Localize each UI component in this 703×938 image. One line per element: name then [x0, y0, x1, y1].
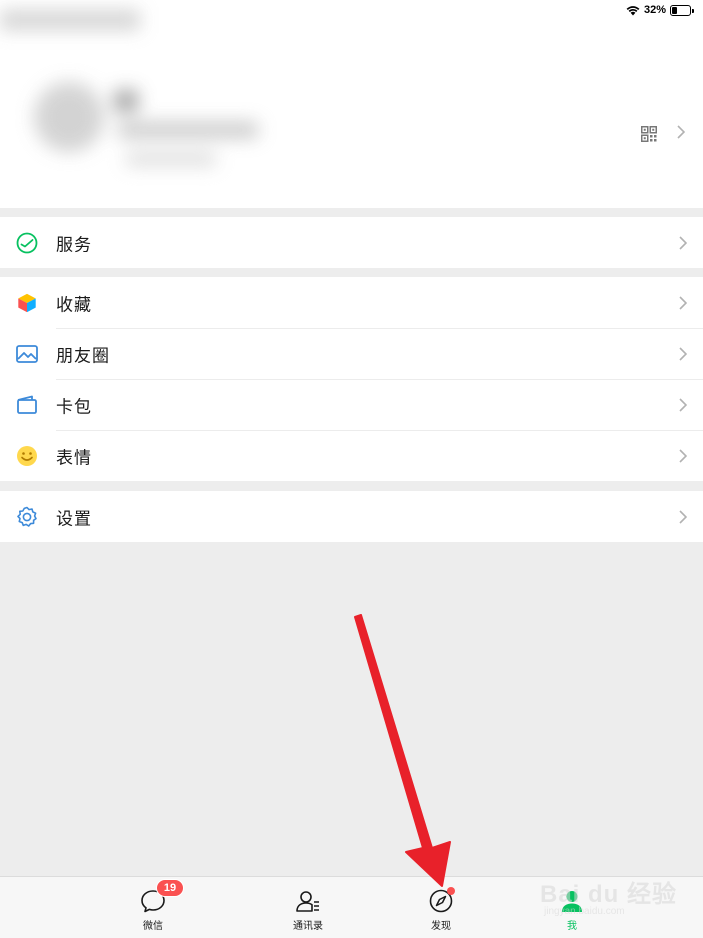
profile-status [126, 152, 216, 166]
status-indicators: 32% [626, 2, 694, 18]
red-arrow-icon [354, 614, 451, 887]
chevron-right-icon [679, 235, 687, 250]
menu-item-label: 设置 [56, 509, 92, 529]
menu-group-main: 收藏 朋友圈 卡包 表情 [0, 277, 703, 481]
gear-icon [15, 505, 39, 529]
moments-image-icon [15, 342, 39, 366]
menu-item-cards[interactable]: 卡包 [0, 379, 703, 430]
menu-item-label: 收藏 [56, 295, 92, 315]
chevron-right-icon [679, 397, 687, 412]
menu-item-stickers[interactable]: 表情 [0, 430, 703, 481]
profile-blurred-info [0, 10, 338, 188]
battery-icon [670, 4, 694, 16]
chevron-right-icon [679, 295, 687, 310]
new-content-dot [447, 887, 455, 895]
chevron-right-icon [677, 125, 685, 139]
menu-item-label: 服务 [56, 235, 92, 255]
tab-label: 发现 [431, 921, 451, 932]
chevron-right-icon [679, 346, 687, 361]
menu-group-service: 服务 [0, 217, 703, 268]
qr-code-icon[interactable] [641, 126, 657, 142]
battery-percent: 32% [643, 4, 666, 16]
favorites-cube-icon [15, 291, 39, 315]
tab-chats[interactable]: 19 微信 [113, 877, 193, 938]
avatar [34, 82, 104, 152]
compass-icon [427, 887, 455, 915]
profile-wechat-id [118, 122, 258, 138]
watermark-url: jingyan.baidu.com [544, 906, 625, 917]
menu-item-favorites[interactable]: 收藏 [0, 277, 703, 328]
wifi-icon [626, 5, 640, 15]
chat-bubble-icon: 19 [139, 879, 184, 915]
tab-label: 通讯录 [293, 921, 323, 932]
menu-item-moments[interactable]: 朋友圈 [0, 328, 703, 379]
tab-discover[interactable]: 发现 [401, 877, 481, 938]
contacts-icon [294, 887, 322, 915]
chevron-right-icon [679, 448, 687, 463]
chevron-right-icon [679, 509, 687, 524]
wallet-card-icon [15, 393, 39, 417]
menu-item-label: 表情 [56, 448, 92, 468]
menu-item-label: 朋友圈 [56, 346, 110, 366]
smiley-face-icon [15, 444, 39, 468]
tab-label: 微信 [143, 921, 163, 932]
profile-header[interactable] [0, 10, 703, 208]
menu-item-settings[interactable]: 设置 [0, 491, 703, 542]
unread-badge: 19 [156, 879, 184, 897]
service-icon [15, 231, 39, 255]
menu-item-service[interactable]: 服务 [0, 217, 703, 268]
menu-item-label: 卡包 [56, 397, 92, 417]
watermark-brand: Bai du 经验 [540, 881, 678, 908]
baidu-jingyan-watermark: Bai du 经验 jingyan.baidu.com [538, 860, 688, 920]
menu-group-settings: 设置 [0, 491, 703, 542]
profile-name [114, 90, 138, 112]
tab-contacts[interactable]: 通讯录 [268, 877, 348, 938]
battery-fill [672, 6, 678, 14]
